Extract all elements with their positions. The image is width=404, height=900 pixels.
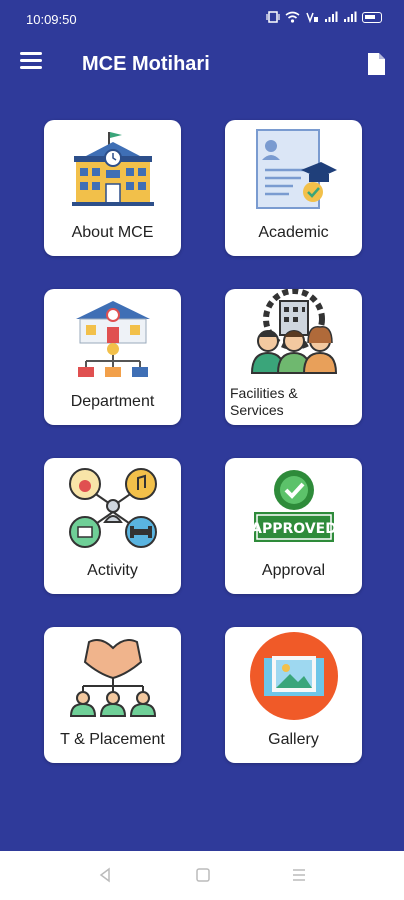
menu-grid: About MCE Academic Department Facilities… — [44, 120, 362, 763]
volte-icon — [306, 12, 318, 23]
signal-2-icon — [344, 11, 357, 22]
facilities-people-icon — [245, 289, 342, 374]
tile-label: Department — [70, 393, 155, 410]
status-time: 10:09:50 — [26, 12, 77, 27]
tile-facilities-services[interactable]: Facilities & Services — [225, 289, 362, 425]
app-title: MCE Motihari — [82, 53, 210, 75]
tile-label: T & Placement — [60, 731, 165, 748]
tile-approval[interactable]: APPROVED Approval — [225, 458, 362, 594]
system-nav-bar — [0, 851, 404, 900]
home-square-icon[interactable] — [194, 866, 212, 884]
recents-lines-icon[interactable] — [290, 866, 308, 884]
tile-label: Academic — [258, 224, 329, 241]
tile-label: Approval — [261, 562, 326, 579]
tile-label: Gallery — [268, 731, 319, 748]
vibrate-icon — [266, 11, 280, 23]
activities-icon — [64, 466, 161, 548]
approved-stamp-icon: APPROVED — [245, 466, 342, 548]
document-icon[interactable] — [366, 52, 386, 76]
back-triangle-icon[interactable] — [96, 866, 114, 884]
signal-1-icon — [325, 11, 338, 22]
gallery-image-icon — [245, 632, 342, 720]
college-building-icon — [64, 128, 161, 210]
approved-stamp-text: APPROVED — [251, 521, 337, 537]
status-bar: 10:09:50 — [0, 0, 404, 38]
department-hierarchy-icon — [64, 297, 161, 379]
training-placement-icon — [64, 635, 161, 717]
tile-gallery[interactable]: Gallery — [225, 627, 362, 763]
tile-activity[interactable]: Activity — [44, 458, 181, 594]
certificate-graduation-icon — [245, 128, 342, 210]
tile-about-mce[interactable]: About MCE — [44, 120, 181, 256]
status-icons — [266, 11, 382, 23]
tile-label: Facilities & Services — [230, 385, 298, 418]
app-bar: MCE Motihari — [0, 38, 404, 94]
battery-icon — [362, 11, 382, 23]
tile-t-placement[interactable]: T & Placement — [44, 627, 181, 763]
tile-department[interactable]: Department — [44, 289, 181, 425]
tile-label: About MCE — [71, 224, 154, 241]
wifi-icon — [285, 11, 300, 23]
hamburger-menu-icon[interactable] — [20, 52, 44, 76]
tile-academic[interactable]: Academic — [225, 120, 362, 256]
tile-label: Activity — [87, 562, 138, 579]
